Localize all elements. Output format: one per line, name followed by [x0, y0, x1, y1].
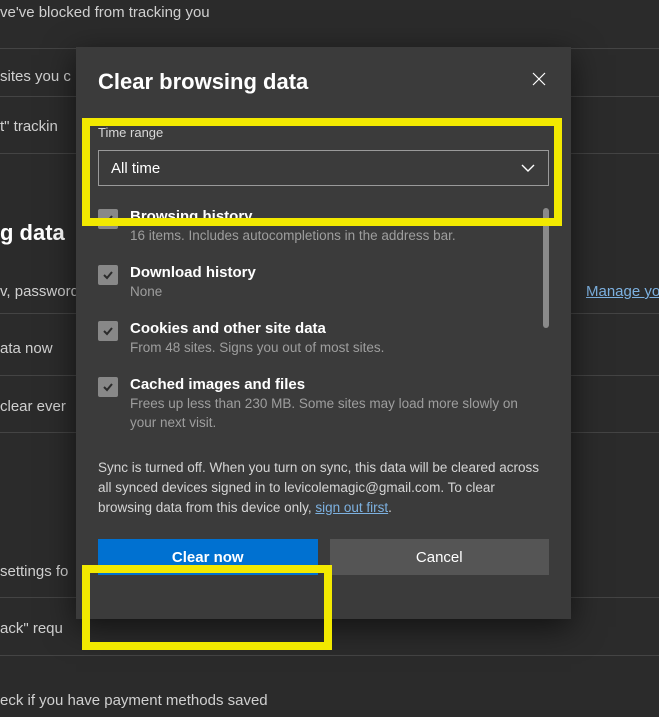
scrollbar-thumb[interactable]: [543, 208, 549, 328]
sync-message: Sync is turned off. When you turn on syn…: [98, 458, 549, 517]
checkmark-icon: [102, 213, 114, 225]
manage-link[interactable]: Manage yo: [586, 283, 659, 300]
checkmark-icon: [102, 381, 114, 393]
item-title: Download history: [130, 264, 531, 281]
item-desc: 16 items. Includes autocompletions in th…: [130, 227, 531, 246]
close-icon: [532, 72, 546, 86]
bg-text: ve've blocked from tracking you: [0, 4, 210, 21]
sync-message-tail: .: [388, 500, 392, 515]
time-range-value: All time: [111, 160, 160, 177]
checkbox-browsing-history[interactable]: [98, 209, 118, 229]
clear-now-button[interactable]: Clear now: [98, 539, 318, 575]
bg-heading: g data: [0, 220, 65, 246]
item-desc: None: [130, 283, 531, 302]
bg-text: ack" requ: [0, 620, 63, 637]
bg-text: clear ever: [0, 398, 66, 415]
item-desc: Frees up less than 230 MB. Some sites ma…: [130, 395, 531, 433]
bg-text: settings fo: [0, 563, 68, 580]
close-button[interactable]: [521, 61, 557, 97]
bg-text: ata now: [0, 340, 53, 357]
checkmark-icon: [102, 325, 114, 337]
item-desc: From 48 sites. Signs you out of most sit…: [130, 339, 531, 358]
item-title: Cached images and files: [130, 376, 531, 393]
list-item: Download history None: [98, 264, 531, 302]
checkmark-icon: [102, 269, 114, 281]
item-title: Browsing history: [130, 208, 531, 225]
checkbox-cookies[interactable]: [98, 321, 118, 341]
time-range-label: Time range: [98, 125, 549, 140]
cancel-button[interactable]: Cancel: [330, 539, 550, 575]
sign-out-link[interactable]: sign out first: [315, 500, 388, 515]
list-item: Cached images and files Frees up less th…: [98, 376, 531, 433]
bg-text: eck if you have payment methods saved: [0, 692, 268, 709]
scrollbar[interactable]: [543, 208, 549, 450]
checkbox-download-history[interactable]: [98, 265, 118, 285]
list-item: Cookies and other site data From 48 site…: [98, 320, 531, 358]
bg-text: v, password: [0, 283, 79, 300]
dialog-buttons: Clear now Cancel: [98, 539, 549, 575]
dialog-title: Clear browsing data: [98, 69, 549, 95]
clear-browsing-data-dialog: Clear browsing data Time range All time …: [76, 47, 571, 619]
item-title: Cookies and other site data: [130, 320, 531, 337]
data-type-list: Browsing history 16 items. Includes auto…: [98, 208, 549, 450]
bg-text: t" trackin: [0, 118, 58, 135]
list-item: Browsing history 16 items. Includes auto…: [98, 208, 531, 246]
chevron-down-icon: [520, 163, 536, 173]
checkbox-cached-images[interactable]: [98, 377, 118, 397]
time-range-select[interactable]: All time: [98, 150, 549, 186]
bg-text: sites you c: [0, 68, 71, 85]
